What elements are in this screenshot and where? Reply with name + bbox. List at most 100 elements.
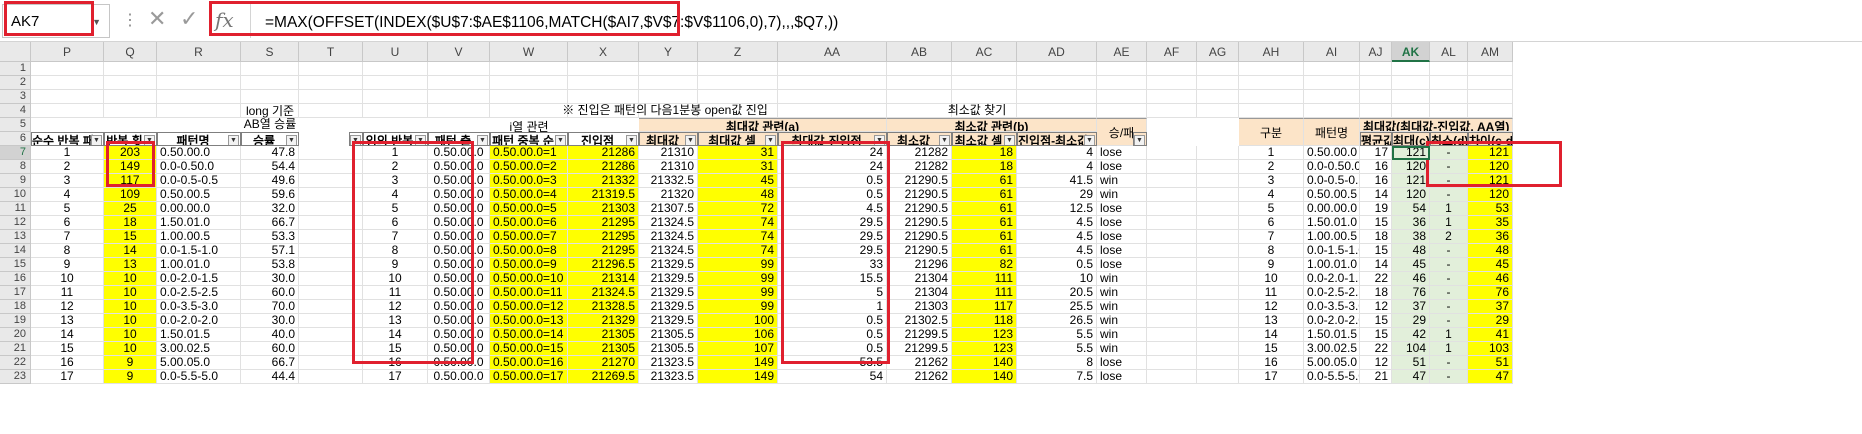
row-header[interactable]: 13 <box>0 230 31 244</box>
cell[interactable] <box>1197 62 1239 76</box>
data-cell-ad[interactable]: 5.5 <box>1017 342 1097 356</box>
data-cell-ab[interactable]: 21282 <box>887 160 952 174</box>
data-cell-p[interactable]: 5 <box>31 202 104 216</box>
data-cell-z[interactable]: 31 <box>698 160 778 174</box>
cell[interactable] <box>1197 230 1239 244</box>
column-header[interactable]: S <box>241 42 299 62</box>
row-header[interactable]: 1 <box>0 62 31 76</box>
filter-dropdown-icon[interactable]: ▼ <box>477 135 488 145</box>
row-header[interactable]: 9 <box>0 174 31 188</box>
data-cell-ae[interactable]: win <box>1097 314 1147 328</box>
data-cell-ak[interactable]: 121 <box>1392 146 1430 160</box>
row-header[interactable]: 6 <box>0 132 31 146</box>
cell[interactable] <box>1197 356 1239 370</box>
column-header[interactable]: Q <box>104 42 157 62</box>
data-cell-w[interactable]: 0.50.00.0=10 <box>490 272 568 286</box>
data-cell-al[interactable]: - <box>1430 188 1468 202</box>
data-cell-x[interactable]: 21303 <box>568 202 639 216</box>
data-cell-ac[interactable]: 123 <box>952 328 1017 342</box>
data-cell-ac[interactable]: 61 <box>952 202 1017 216</box>
data-cell-ad[interactable]: 7.5 <box>1017 370 1097 384</box>
cell[interactable] <box>1097 104 1147 118</box>
data-cell-aj[interactable]: 18 <box>1360 230 1392 244</box>
data-cell-r[interactable]: 0.0-1.5-1.0 <box>157 244 241 258</box>
cell[interactable] <box>1360 76 1392 90</box>
data-cell-s[interactable]: 59.6 <box>241 188 299 202</box>
filter-header-y[interactable]: 최대값 ▼ <box>639 132 698 146</box>
row-header[interactable]: 20 <box>0 328 31 342</box>
data-cell-am[interactable]: 51 <box>1468 356 1513 370</box>
data-cell-y[interactable]: 21332.5 <box>639 174 698 188</box>
cell[interactable] <box>299 90 363 104</box>
data-cell-ab[interactable]: 21303 <box>887 300 952 314</box>
cell[interactable] <box>157 76 241 90</box>
column-header[interactable]: AF <box>1147 42 1197 62</box>
column-header[interactable]: U <box>363 42 428 62</box>
cell[interactable] <box>104 104 157 118</box>
enter-icon[interactable]: ✓ <box>180 6 198 32</box>
data-cell-s[interactable]: 57.1 <box>241 244 299 258</box>
data-cell-ae[interactable]: lose <box>1097 146 1147 160</box>
filter-dropdown-icon[interactable]: ▼ <box>286 135 297 145</box>
column-header[interactable]: AD <box>1017 42 1097 62</box>
cell[interactable] <box>104 90 157 104</box>
data-cell-al[interactable]: - <box>1430 300 1468 314</box>
data-cell-y[interactable]: 21307.5 <box>639 202 698 216</box>
cell[interactable] <box>428 62 490 76</box>
data-cell-aj[interactable]: 14 <box>1360 258 1392 272</box>
data-cell-ak[interactable]: 76 <box>1392 286 1430 300</box>
data-cell-s[interactable]: 70.0 <box>241 300 299 314</box>
cell[interactable] <box>1197 202 1239 216</box>
data-cell-y[interactable]: 21310 <box>639 146 698 160</box>
row-header[interactable]: 22 <box>0 356 31 370</box>
data-cell-ak[interactable]: 37 <box>1392 300 1430 314</box>
data-cell-w[interactable]: 0.50.00.0=9 <box>490 258 568 272</box>
data-cell-ai[interactable]: 5.00.05.0 <box>1304 356 1360 370</box>
cell[interactable] <box>363 104 428 118</box>
data-cell-v[interactable]: 0.50.00.0 <box>428 370 490 384</box>
cell[interactable] <box>1392 76 1430 90</box>
cell[interactable] <box>1147 328 1197 342</box>
data-cell-w[interactable]: 0.50.00.0=15 <box>490 342 568 356</box>
cell[interactable] <box>1147 244 1197 258</box>
cell[interactable] <box>778 62 887 76</box>
data-cell-aj[interactable]: 15 <box>1360 244 1392 258</box>
cell[interactable] <box>299 370 363 384</box>
data-cell-ad[interactable]: 29 <box>1017 188 1097 202</box>
data-cell-r[interactable]: 5.00.05.0 <box>157 356 241 370</box>
cell[interactable] <box>1097 90 1147 104</box>
column-header[interactable]: W <box>490 42 568 62</box>
data-cell-z[interactable]: 45 <box>698 174 778 188</box>
data-cell-z[interactable]: 31 <box>698 146 778 160</box>
data-cell-al[interactable]: - <box>1430 272 1468 286</box>
data-cell-x[interactable]: 21296.5 <box>568 258 639 272</box>
cell[interactable] <box>1239 76 1304 90</box>
cell[interactable] <box>1197 244 1239 258</box>
data-cell-r[interactable]: 1.00.01.0 <box>157 258 241 272</box>
data-cell-q[interactable]: 9 <box>104 356 157 370</box>
cell[interactable] <box>241 90 299 104</box>
row-header[interactable]: 8 <box>0 160 31 174</box>
column-header[interactable]: AJ <box>1360 42 1392 62</box>
data-cell-ab[interactable]: 21304 <box>887 286 952 300</box>
data-cell-x[interactable]: 21295 <box>568 216 639 230</box>
data-cell-p[interactable]: 1 <box>31 146 104 160</box>
data-cell-y[interactable]: 21329.5 <box>639 314 698 328</box>
cell[interactable] <box>887 62 952 76</box>
data-cell-aj[interactable]: 15 <box>1360 314 1392 328</box>
data-cell-q[interactable]: 25 <box>104 202 157 216</box>
data-cell-ai[interactable]: 3.00.02.5 <box>1304 342 1360 356</box>
cell[interactable] <box>1147 90 1197 104</box>
cell[interactable] <box>1197 300 1239 314</box>
data-cell-ab[interactable]: 21282 <box>887 146 952 160</box>
data-cell-am[interactable]: 36 <box>1468 230 1513 244</box>
cell[interactable] <box>1197 342 1239 356</box>
cell[interactable] <box>490 90 568 104</box>
cell[interactable] <box>241 62 299 76</box>
data-cell-r[interactable]: 0.0-0.50.0 <box>157 160 241 174</box>
cell[interactable] <box>1147 300 1197 314</box>
data-cell-x[interactable]: 21314 <box>568 272 639 286</box>
data-cell-am[interactable]: 35 <box>1468 216 1513 230</box>
data-cell-r[interactable]: 0.0-2.5-2.5 <box>157 286 241 300</box>
data-cell-ac[interactable]: 140 <box>952 370 1017 384</box>
